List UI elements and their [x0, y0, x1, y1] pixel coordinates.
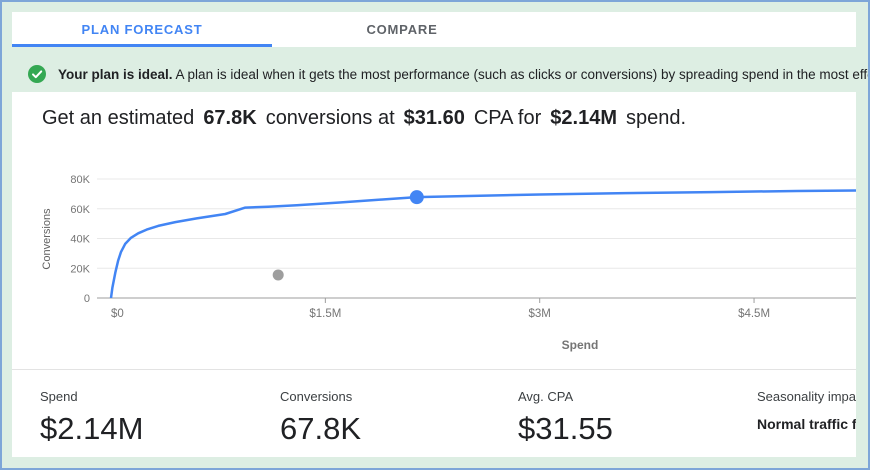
plan-status-banner: Your plan is ideal. A plan is ideal when… — [28, 60, 868, 88]
headline-spend-value[interactable]: $2.14M — [548, 107, 619, 130]
stat-avg-cpa: Avg. CPA $31.55 — [518, 389, 613, 447]
y-axis-title: Conversions — [41, 208, 53, 270]
stat-avg-cpa-label: Avg. CPA — [518, 389, 613, 404]
stat-avg-cpa-value: $31.55 — [518, 411, 613, 447]
stats-divider — [12, 369, 856, 370]
banner-text-rest: A plan is ideal when it gets the most pe… — [173, 67, 868, 82]
x-tick-label: $0 — [111, 308, 124, 320]
tab-plan-forecast-label: PLAN FORECAST — [82, 22, 203, 37]
x-tick-label: $4.5M — [738, 308, 770, 320]
tab-compare[interactable]: COMPARE — [272, 12, 532, 47]
selected-plan-point[interactable] — [410, 190, 424, 204]
check-circle-icon — [28, 65, 46, 83]
y-tick-label: 40K — [70, 234, 90, 246]
conversions-vs-spend-curve — [111, 191, 856, 299]
headline-prefix: Get an estimated — [42, 107, 194, 129]
headline-cpa-value[interactable]: $31.60 — [402, 107, 467, 130]
plan-forecast-page: PLAN FORECAST COMPARE Your plan is ideal… — [0, 0, 870, 470]
stat-conversions-label: Conversions — [280, 389, 361, 404]
y-tick-label: 20K — [70, 263, 90, 275]
tab-compare-label: COMPARE — [366, 22, 437, 37]
tab-plan-forecast[interactable]: PLAN FORECAST — [12, 12, 272, 47]
x-tick-label: $3M — [529, 308, 551, 320]
headline-suffix: spend. — [626, 107, 686, 129]
reference-plan-point — [273, 269, 284, 280]
y-tick-label: 60K — [70, 204, 90, 216]
headline-mid2: CPA for — [474, 107, 541, 129]
stat-conversions-value: 67.8K — [280, 411, 361, 447]
forecast-headline: Get an estimated 67.8K conversions at $31.6… — [42, 107, 846, 130]
x-axis-title: Spend — [562, 338, 599, 352]
y-tick-label: 80K — [70, 174, 90, 186]
stat-spend-value: $2.14M — [40, 411, 143, 447]
banner-text-bold: Your plan is ideal. — [58, 67, 173, 82]
x-tick-label: $1.5M — [309, 308, 341, 320]
stat-conversions: Conversions 67.8K — [280, 389, 361, 447]
headline-conversions-value[interactable]: 67.8K — [201, 107, 258, 130]
y-tick-label: 0 — [84, 293, 90, 305]
stat-seasonality-label: Seasonality impact — [757, 389, 856, 404]
stat-seasonality: Seasonality impact Normal traffic for — [757, 389, 856, 432]
banner-text: Your plan is ideal. A plan is ideal when… — [58, 67, 868, 82]
forecast-chart[interactable]: 0 20K 40K 60K 80K $0 $1.5M $3M $4.5M Conversions S… — [12, 152, 856, 358]
stat-spend-label: Spend — [40, 389, 143, 404]
stat-spend: Spend $2.14M — [40, 389, 143, 447]
stat-seasonality-value: Normal traffic for — [757, 416, 856, 432]
tab-bar: PLAN FORECAST COMPARE — [12, 12, 856, 47]
forecast-chart-svg: 0 20K 40K 60K 80K $0 $1.5M $3M $4.5M Conversions S… — [12, 152, 856, 358]
headline-mid1: conversions at — [266, 107, 395, 129]
forecast-card: Get an estimated 67.8K conversions at $31.6… — [12, 92, 856, 457]
